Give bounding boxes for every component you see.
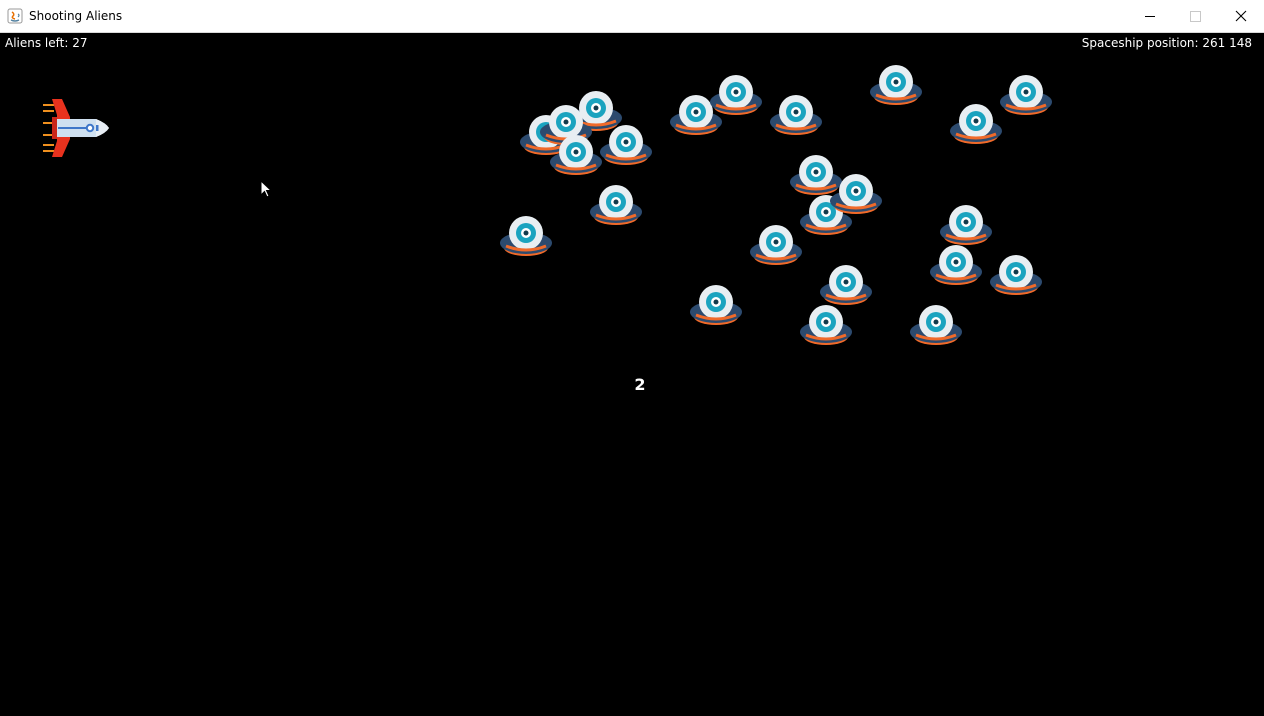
alien-ufo-icon xyxy=(928,243,984,287)
alien-ufo-icon xyxy=(948,102,1004,146)
minimize-button[interactable] xyxy=(1127,0,1173,32)
title-bar[interactable]: Shooting Aliens xyxy=(0,0,1264,33)
minimize-icon xyxy=(1145,16,1155,17)
maximize-button[interactable] xyxy=(1172,0,1218,32)
alien-ufo-icon xyxy=(548,133,604,177)
close-button[interactable] xyxy=(1218,0,1264,32)
aliens-left-counter: Aliens left: 27 xyxy=(5,36,88,50)
alien-ufo-icon xyxy=(908,303,964,347)
spaceship-icon xyxy=(43,99,109,157)
alien-ufo-icon xyxy=(988,253,1044,297)
java-app-icon xyxy=(7,8,23,24)
alien-ufo-icon xyxy=(588,183,644,227)
alien-ufo-icon xyxy=(598,123,654,167)
maximize-icon xyxy=(1190,11,1201,22)
alien-ufo-icon xyxy=(498,214,554,258)
spaceship-position-readout: Spaceship position: 261 148 xyxy=(1081,36,1252,50)
mouse-cursor-icon xyxy=(260,180,273,198)
alien-ufo-icon xyxy=(798,303,854,347)
window-title: Shooting Aliens xyxy=(29,9,123,23)
game-canvas[interactable]: Aliens left: 27 Spaceship position: 261 … xyxy=(0,33,1264,716)
alien-ufo-icon xyxy=(998,73,1054,117)
alien-ufo-icon xyxy=(688,283,744,327)
alien-ufo-icon xyxy=(768,93,824,137)
alien-ufo-icon xyxy=(868,63,924,107)
close-icon xyxy=(1235,10,1247,22)
alien-ufo-icon xyxy=(828,172,884,216)
alien-ufo-icon xyxy=(748,223,804,267)
alien-ufo-icon xyxy=(708,73,764,117)
countdown-number: 2 xyxy=(634,375,646,394)
